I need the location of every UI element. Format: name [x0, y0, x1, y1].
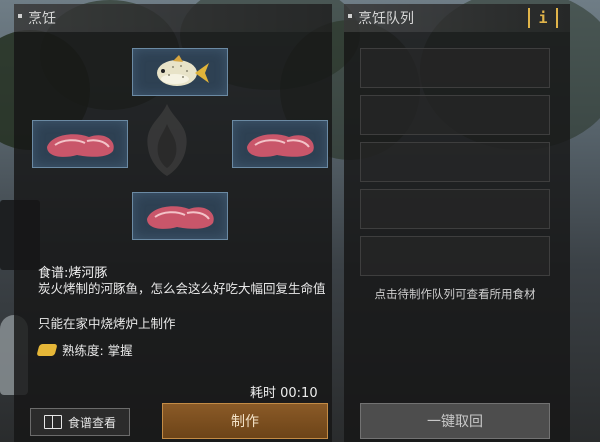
proficiency-icon: [36, 343, 58, 356]
title-marker-icon: [348, 14, 352, 18]
recipe-description: 炭火烤制的河豚鱼，怎么会这么好吃大幅回复生命值: [38, 281, 326, 296]
ingredient-slot-left[interactable]: [32, 120, 128, 168]
queue-hint: 点击待制作队列可查看所用食材: [374, 287, 536, 301]
proficiency-row: 熟练度: 掌握: [36, 340, 133, 359]
queue-title: 烹饪队列: [358, 11, 414, 27]
recipe-book-label: 食谱查看: [67, 415, 116, 430]
craft-button[interactable]: 制作: [162, 403, 328, 439]
info-button[interactable]: i: [528, 8, 558, 28]
pufferfish-icon: [157, 55, 209, 86]
queue-slot[interactable]: [360, 236, 550, 276]
cooking-title: 烹饪: [28, 11, 56, 27]
book-icon: [43, 415, 62, 429]
raw-meat-icon: [47, 134, 114, 157]
recipe-note: 只能在家中烧烤炉上制作: [38, 316, 176, 331]
retrieve-all-label: 一键取回: [427, 414, 483, 430]
queue-slot[interactable]: [360, 142, 550, 182]
raw-meat-icon: [247, 134, 314, 157]
queue-slot[interactable]: [360, 189, 550, 229]
raw-meat-icon: [147, 206, 214, 229]
proficiency-text: 熟练度: 掌握: [62, 343, 133, 358]
retrieve-all-button[interactable]: 一键取回: [360, 403, 550, 439]
cooking-title-bar: 烹饪: [14, 4, 332, 32]
queue-title-bar: 烹饪队列 i: [344, 4, 570, 32]
ingredient-slot-top[interactable]: [132, 48, 228, 96]
ingredient-slot-right[interactable]: [232, 120, 328, 168]
craft-label: 制作: [231, 414, 259, 430]
recipe-info: 食谱:烤河豚 炭火烤制的河豚鱼，怎么会这么好吃大幅回复生命值 只能在家中烧烤炉上…: [14, 248, 332, 368]
flame-emblem-icon: [147, 104, 187, 176]
queue-slot[interactable]: [360, 95, 550, 135]
recipe-name: 食谱:烤河豚: [38, 266, 108, 281]
title-marker-icon: [18, 14, 22, 18]
cook-time: 耗时 00:10: [250, 386, 318, 401]
ingredient-slot-bottom[interactable]: [132, 192, 228, 240]
recipe-book-button[interactable]: 食谱查看: [30, 408, 130, 436]
queue-slot[interactable]: [360, 48, 550, 88]
